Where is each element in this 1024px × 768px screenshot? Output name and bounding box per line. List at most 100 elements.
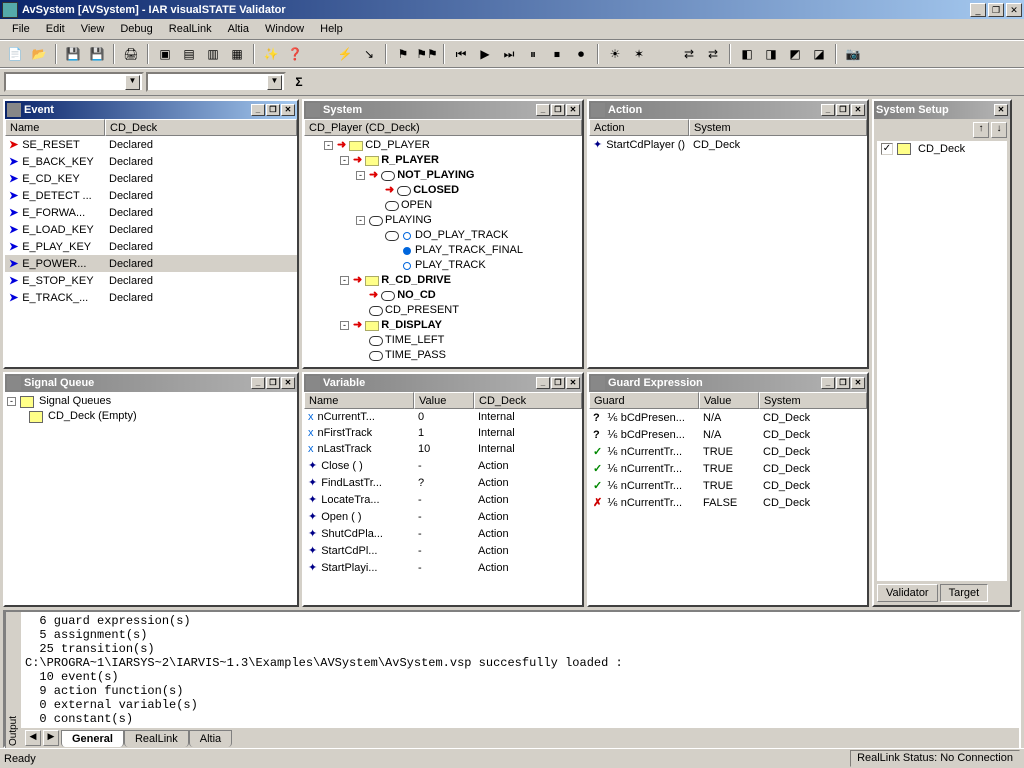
cfg2-button[interactable]: ◨ (760, 43, 782, 65)
tree-node[interactable]: -PLAYING (306, 213, 580, 228)
arrange-button[interactable]: ▦ (226, 43, 248, 65)
menu-edit[interactable]: Edit (38, 21, 73, 37)
cfg3-button[interactable]: ◩ (784, 43, 806, 65)
minimize-button[interactable]: _ (970, 3, 986, 17)
col-system[interactable]: System (759, 392, 867, 409)
panel-min-button[interactable]: _ (821, 104, 835, 116)
collapse-icon[interactable]: - (7, 397, 16, 406)
table-row[interactable]: ➤E_PLAY_KEYDeclared (5, 238, 297, 255)
flags-button[interactable]: ⚑⚑ (416, 43, 438, 65)
cfg1-button[interactable]: ◧ (736, 43, 758, 65)
table-row[interactable]: ➤E_CD_KEYDeclared (5, 170, 297, 187)
table-row[interactable]: ✦ShutCdPla...-Action (304, 525, 582, 542)
table-row[interactable]: xnFirstTrack1Internal (304, 425, 582, 441)
table-row[interactable]: ✓⅙ nCurrentTr...TRUECD_Deck (589, 443, 867, 460)
system-panel-title[interactable]: System _ ❐ ✕ (304, 101, 582, 119)
tree-node[interactable]: TIME_PASS (306, 348, 580, 363)
table-row[interactable]: ➤E_POWER...Declared (5, 255, 297, 272)
tree-node[interactable]: -➜R_CD_DRIVE (306, 273, 580, 288)
panel-max-button[interactable]: ❐ (266, 377, 280, 389)
print-button[interactable]: 🖨 (120, 43, 142, 65)
tree-node[interactable]: ➜CLOSED (306, 183, 580, 198)
checkbox-icon[interactable]: ✓ (881, 143, 893, 155)
chevron-down-icon[interactable]: ▼ (267, 75, 282, 90)
table-row[interactable]: ?⅙ bCdPresen...N/ACD_Deck (589, 426, 867, 443)
menu-debug[interactable]: Debug (112, 21, 160, 37)
table-row[interactable]: ✗⅙ nCurrentTr...FALSECD_Deck (589, 494, 867, 511)
tree-node[interactable]: PLAY_TRACK (306, 258, 580, 273)
signal-tree[interactable]: -Signal Queues CD_Deck (Empty) (5, 392, 297, 605)
tab-general[interactable]: General (61, 730, 124, 747)
table-row[interactable]: ✓⅙ nCurrentTr...TRUECD_Deck (589, 477, 867, 494)
camera-button[interactable]: 📷 (842, 43, 864, 65)
pause-button[interactable]: ⏸ (522, 43, 544, 65)
panel-max-button[interactable]: ❐ (836, 104, 850, 116)
table-row[interactable]: ➤E_DETECT ...Declared (5, 187, 297, 204)
tree-node[interactable]: -➜CD_PLAYER (306, 138, 580, 153)
panel-close-button[interactable]: ✕ (851, 104, 865, 116)
panel-max-button[interactable]: ❐ (551, 104, 565, 116)
record-button[interactable]: ⏺ (570, 43, 592, 65)
panel-min-button[interactable]: _ (536, 104, 550, 116)
table-row[interactable]: ✦LocateTra...-Action (304, 491, 582, 508)
cfg4-button[interactable]: ◪ (808, 43, 830, 65)
table-row[interactable]: ✓⅙ nCurrentTr...TRUECD_Deck (589, 460, 867, 477)
save-button[interactable]: 💾 (62, 43, 84, 65)
play-button[interactable]: ▶ (474, 43, 496, 65)
menu-altia[interactable]: Altia (220, 21, 257, 37)
combo-2[interactable]: ▼ (146, 72, 286, 92)
tab-reallink[interactable]: RealLink (124, 730, 189, 747)
col-name[interactable]: Name (304, 392, 414, 409)
tree-node[interactable]: PLAY_TRACK_FINAL (306, 243, 580, 258)
system-tree[interactable]: CD_Player (CD_Deck) -➜CD_PLAYER-➜R_PLAYE… (304, 119, 582, 367)
col-name[interactable]: Name (5, 119, 105, 136)
maximize-button[interactable]: ❐ (988, 3, 1004, 17)
menu-file[interactable]: File (4, 21, 38, 37)
table-row[interactable]: ➤E_FORWA...Declared (5, 204, 297, 221)
menu-view[interactable]: View (73, 21, 113, 37)
table-row[interactable]: ?⅙ bCdPresen...N/ACD_Deck (589, 409, 867, 426)
list-item[interactable]: ✓ CD_Deck (877, 141, 1007, 157)
tab-validator[interactable]: Validator (877, 584, 938, 602)
table-row[interactable]: xnCurrentT...0Internal (304, 409, 582, 425)
expand-icon[interactable]: - (356, 216, 365, 225)
step-button[interactable]: ↘ (358, 43, 380, 65)
table-row[interactable]: ✦Open ( )-Action (304, 508, 582, 525)
table-row[interactable]: ➤E_BACK_KEYDeclared (5, 153, 297, 170)
chevron-down-icon[interactable]: ▼ (125, 75, 140, 90)
panel-close-button[interactable]: ✕ (281, 377, 295, 389)
help-button[interactable]: ❓ (284, 43, 306, 65)
tile-h-button[interactable]: ▤ (178, 43, 200, 65)
table-row[interactable]: ✦StartPlayi...-Action (304, 559, 582, 576)
panel-max-button[interactable]: ❐ (266, 104, 280, 116)
table-row[interactable]: ➤E_STOP_KEYDeclared (5, 272, 297, 289)
guard-panel-title[interactable]: Guard Expression _ ❐ ✕ (589, 374, 867, 392)
col-src[interactable]: CD_Deck (474, 392, 582, 409)
action-list[interactable]: Action System ✦StartCdPlayer ()CD_Deck (589, 119, 867, 367)
rewind-button[interactable]: ⏮ (450, 43, 472, 65)
tree-node[interactable]: -➜R_DISPLAY (306, 318, 580, 333)
panel-close-button[interactable]: ✕ (566, 377, 580, 389)
tab-prev-button[interactable]: ◀ (25, 730, 41, 746)
wand-button[interactable]: ✨ (260, 43, 282, 65)
link2-button[interactable]: ⇄ (702, 43, 724, 65)
tab-target[interactable]: Target (940, 584, 989, 602)
table-row[interactable]: ✦FindLastTr...?Action (304, 474, 582, 491)
tree-node[interactable]: ➜NO_CD (306, 288, 580, 303)
menu-help[interactable]: Help (312, 21, 351, 37)
tree-node[interactable]: CD_PRESENT (306, 303, 580, 318)
setup-list[interactable]: ✓ CD_Deck (877, 141, 1007, 581)
signal-child[interactable]: CD_Deck (Empty) (48, 409, 137, 424)
panel-min-button[interactable]: _ (251, 104, 265, 116)
col-value[interactable]: Value (699, 392, 759, 409)
expand-icon[interactable]: - (340, 156, 349, 165)
tab-altia[interactable]: Altia (189, 730, 232, 747)
close-button[interactable]: ✕ (1006, 3, 1022, 17)
panel-close-button[interactable]: ✕ (281, 104, 295, 116)
table-row[interactable]: ➤SE_RESETDeclared (5, 136, 297, 153)
variable-panel-title[interactable]: Variable _ ❐ ✕ (304, 374, 582, 392)
expand-icon[interactable]: - (340, 276, 349, 285)
tree-node[interactable]: TIME_LEFT (306, 333, 580, 348)
table-row[interactable]: ✦Close ( )-Action (304, 457, 582, 474)
menu-window[interactable]: Window (257, 21, 312, 37)
